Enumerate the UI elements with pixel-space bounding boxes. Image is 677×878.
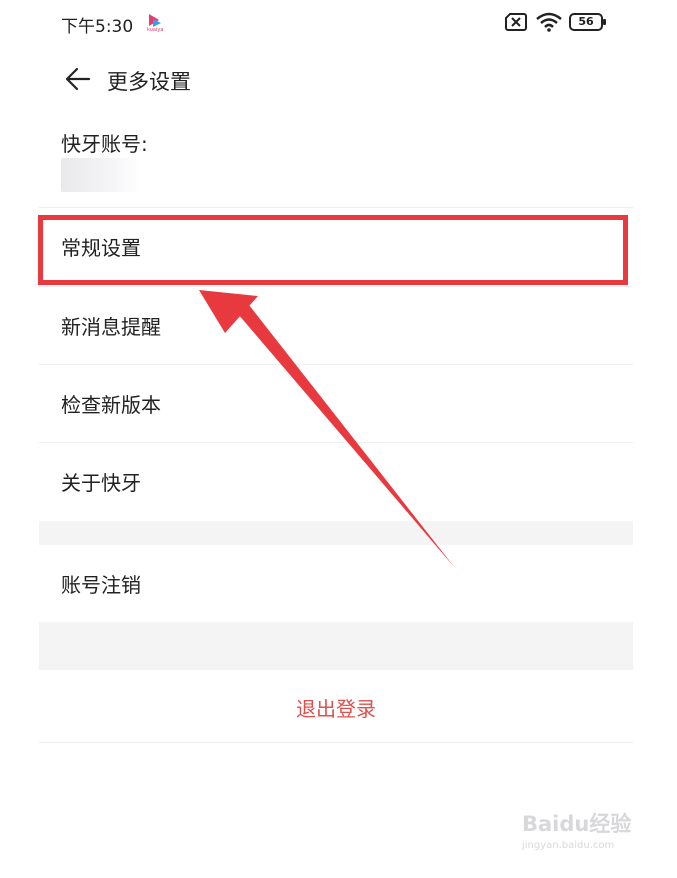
battery-level: 56 — [578, 15, 594, 28]
menu-item-check-update[interactable]: 检查新版本 — [39, 365, 633, 443]
baidu-watermark: Baidu经验 jingyan.baidu.com — [522, 808, 642, 868]
section-gap — [39, 521, 633, 545]
arrow-left-icon[interactable] — [65, 66, 91, 92]
logout-label: 退出登录 — [296, 697, 376, 721]
wifi-icon — [536, 12, 562, 32]
watermark-brand: Baidu经验 — [522, 812, 632, 836]
nav-bar: 更多设置 — [39, 56, 633, 104]
page-title: 更多设置 — [107, 70, 191, 94]
menu-item-label: 新消息提醒 — [61, 315, 161, 339]
menu-item-label: 关于快牙 — [61, 471, 141, 495]
logout-button[interactable]: 退出登录 — [39, 670, 633, 742]
phone-screen: 下午5:30 kuaiya 56 更多设置 快牙账号: 常规设置 新消息提醒 检… — [39, 0, 633, 878]
menu-item-general-settings[interactable]: 常规设置 — [39, 208, 633, 286]
svg-text:kuaiya: kuaiya — [147, 27, 163, 32]
divider — [39, 742, 633, 743]
menu-item-account-cancel[interactable]: 账号注销 — [39, 545, 633, 623]
menu-item-about[interactable]: 关于快牙 — [39, 443, 633, 521]
status-time: 下午5:30 — [61, 17, 134, 37]
menu-item-label: 检查新版本 — [61, 393, 161, 417]
account-value-blurred — [61, 158, 141, 192]
account-label: 快牙账号: — [61, 132, 148, 156]
menu-item-new-message-alert[interactable]: 新消息提醒 — [39, 287, 633, 365]
right-margin — [633, 0, 677, 878]
menu-item-label: 常规设置 — [61, 236, 141, 260]
menu-item-label: 账号注销 — [61, 573, 141, 597]
section-gap — [39, 622, 633, 670]
watermark-url: jingyan.baidu.com — [522, 840, 615, 851]
app-logo-icon: kuaiya — [147, 14, 163, 32]
no-sim-icon — [505, 13, 527, 31]
status-bar: 下午5:30 kuaiya 56 — [39, 0, 633, 46]
left-margin — [0, 0, 39, 878]
